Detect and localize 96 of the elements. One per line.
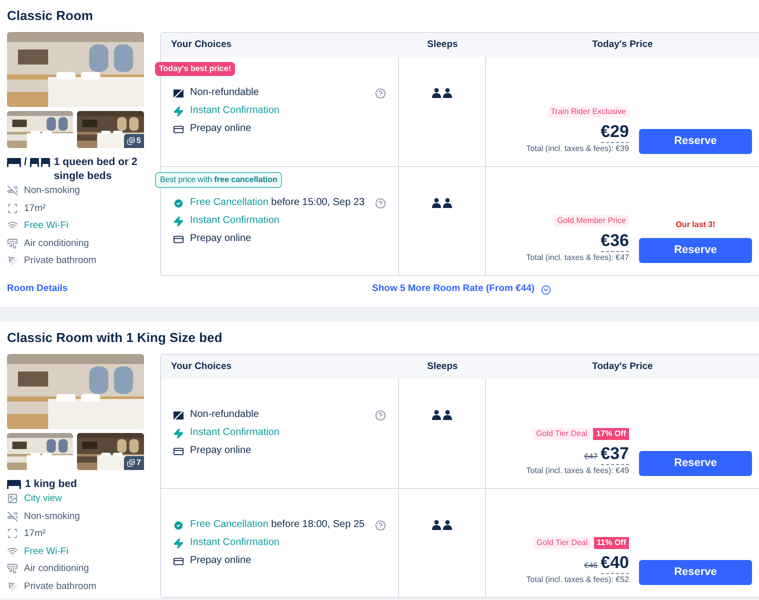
- old-price: €47: [584, 451, 598, 463]
- check-icon: [173, 198, 184, 208]
- ribbon-badge: Today's best price!: [155, 62, 235, 76]
- total-price: Total (incl. taxes & fees): €52: [526, 575, 629, 585]
- amenity: City view: [24, 492, 62, 505]
- no-refund-icon: [173, 410, 184, 420]
- column-header: Today's Price: [591, 360, 654, 374]
- price: €40: [600, 553, 629, 574]
- check-icon: [173, 520, 184, 530]
- rate-feature: Prepay online: [190, 233, 252, 245]
- amenity: Private bathroom: [24, 580, 96, 592]
- deal-label: Gold Tier Deal: [534, 537, 591, 549]
- card-icon: [173, 234, 184, 244]
- bed-icon: [7, 479, 21, 489]
- room-title: Classic Room with 1 King Size bed: [6, 330, 224, 346]
- reserve-button[interactable]: Reserve: [639, 129, 752, 154]
- price: €29: [600, 122, 629, 143]
- column-header: Your Choices: [170, 38, 233, 52]
- amenity: Private bathroom: [24, 254, 96, 267]
- card-icon: [173, 124, 184, 134]
- bed-separator: /: [24, 155, 27, 169]
- lightning-icon: [173, 538, 184, 548]
- amenity: Free Wi-Fi: [24, 544, 68, 558]
- amenity: Non-smoking: [24, 510, 80, 522]
- help-icon[interactable]: [375, 520, 386, 530]
- total-price: Total (incl. taxes & fees): €47: [526, 253, 629, 263]
- rate-feature: Prepay online: [190, 123, 252, 135]
- amenity: Free Wi-Fi: [24, 219, 68, 232]
- two-guests-icon: [432, 88, 452, 98]
- rate-feature: Free Cancellation before 15:00, Sep 23: [190, 197, 365, 209]
- photos-icon: [126, 459, 135, 467]
- column-header: Sleeps: [426, 360, 459, 374]
- total-price: Total (incl. taxes & fees): €39: [526, 144, 629, 154]
- lightning-icon: [173, 106, 184, 116]
- bed-type: 1 queen bed or 2 single beds: [54, 155, 138, 183]
- air-conditioner-icon: [7, 238, 18, 248]
- scarcity-note: Our last 3!: [676, 219, 716, 231]
- rate-feature: Non-refundable: [190, 87, 259, 99]
- room-title: Classic Room: [6, 8, 94, 24]
- amenity: Air conditioning: [24, 236, 89, 250]
- lightning-icon: [173, 428, 184, 438]
- two-guests-icon: [432, 520, 452, 530]
- card-icon: [173, 556, 184, 566]
- price: €36: [600, 231, 629, 252]
- reserve-button[interactable]: Reserve: [639, 451, 752, 476]
- rate-feature: Instant Confirmation: [190, 537, 280, 549]
- wifi-icon: [7, 546, 18, 556]
- column-header: Sleeps: [426, 38, 459, 52]
- column-header: Today's Price: [591, 38, 654, 52]
- wifi-icon: [7, 220, 18, 231]
- air-conditioner-icon: [7, 563, 18, 574]
- rate-feature: Non-refundable: [190, 409, 259, 421]
- amenity: 17m²: [24, 527, 46, 540]
- deal-label: Train Rider Exclusive: [548, 106, 629, 118]
- two-guests-icon: [432, 198, 452, 208]
- no-refund-icon: [173, 88, 184, 98]
- deal-label: Gold Tier Deal: [533, 428, 590, 440]
- no-smoking-icon: [7, 185, 18, 196]
- ribbon-badge: Best price with free cancellation: [155, 172, 282, 188]
- column-header: Your Choices: [170, 360, 233, 374]
- amenity: 17m²: [24, 202, 46, 214]
- chevron-down-icon: [540, 284, 551, 294]
- bed-icon: [7, 157, 21, 167]
- city-view-icon: [7, 493, 18, 504]
- bed-type: 1 king bed: [25, 477, 78, 491]
- photo-count-badge[interactable]: 7: [124, 456, 144, 470]
- photo-count-badge[interactable]: 5: [124, 134, 144, 148]
- discount-badge: 17% Off: [593, 428, 629, 440]
- help-icon[interactable]: [375, 198, 386, 208]
- two-guests-icon: [432, 410, 452, 420]
- deal-label: Gold Member Price: [554, 215, 629, 227]
- amenity: Non-smoking: [24, 184, 80, 197]
- discount-badge: 11% Off: [594, 537, 629, 549]
- help-icon[interactable]: [375, 88, 386, 98]
- total-price: Total (incl. taxes & fees): €49: [526, 466, 629, 476]
- help-icon[interactable]: [375, 410, 386, 420]
- bed-icon: [30, 157, 50, 167]
- amenity: Air conditioning: [24, 562, 89, 575]
- more-rates-link[interactable]: Show 5 More Room Rate (From €44): [372, 282, 551, 297]
- area-icon: [7, 528, 18, 539]
- room-details-link[interactable]: Room Details: [7, 282, 160, 297]
- old-price: €46: [584, 560, 598, 572]
- rate-feature: Prepay online: [190, 555, 252, 567]
- rate-feature: Instant Confirmation: [190, 427, 280, 439]
- price: €37: [600, 444, 629, 465]
- reserve-button[interactable]: Reserve: [639, 238, 752, 263]
- area-icon: [7, 202, 18, 214]
- rate-feature: Prepay online: [190, 445, 252, 457]
- rate-feature: Free Cancellation before 18:00, Sep 25: [190, 519, 365, 531]
- lightning-icon: [173, 216, 184, 226]
- rate-feature: Instant Confirmation: [190, 215, 280, 227]
- rate-feature: Instant Confirmation: [190, 105, 280, 117]
- card-icon: [173, 446, 184, 456]
- no-smoking-icon: [7, 510, 18, 522]
- reserve-button[interactable]: Reserve: [639, 560, 752, 585]
- photos-icon: [126, 137, 135, 145]
